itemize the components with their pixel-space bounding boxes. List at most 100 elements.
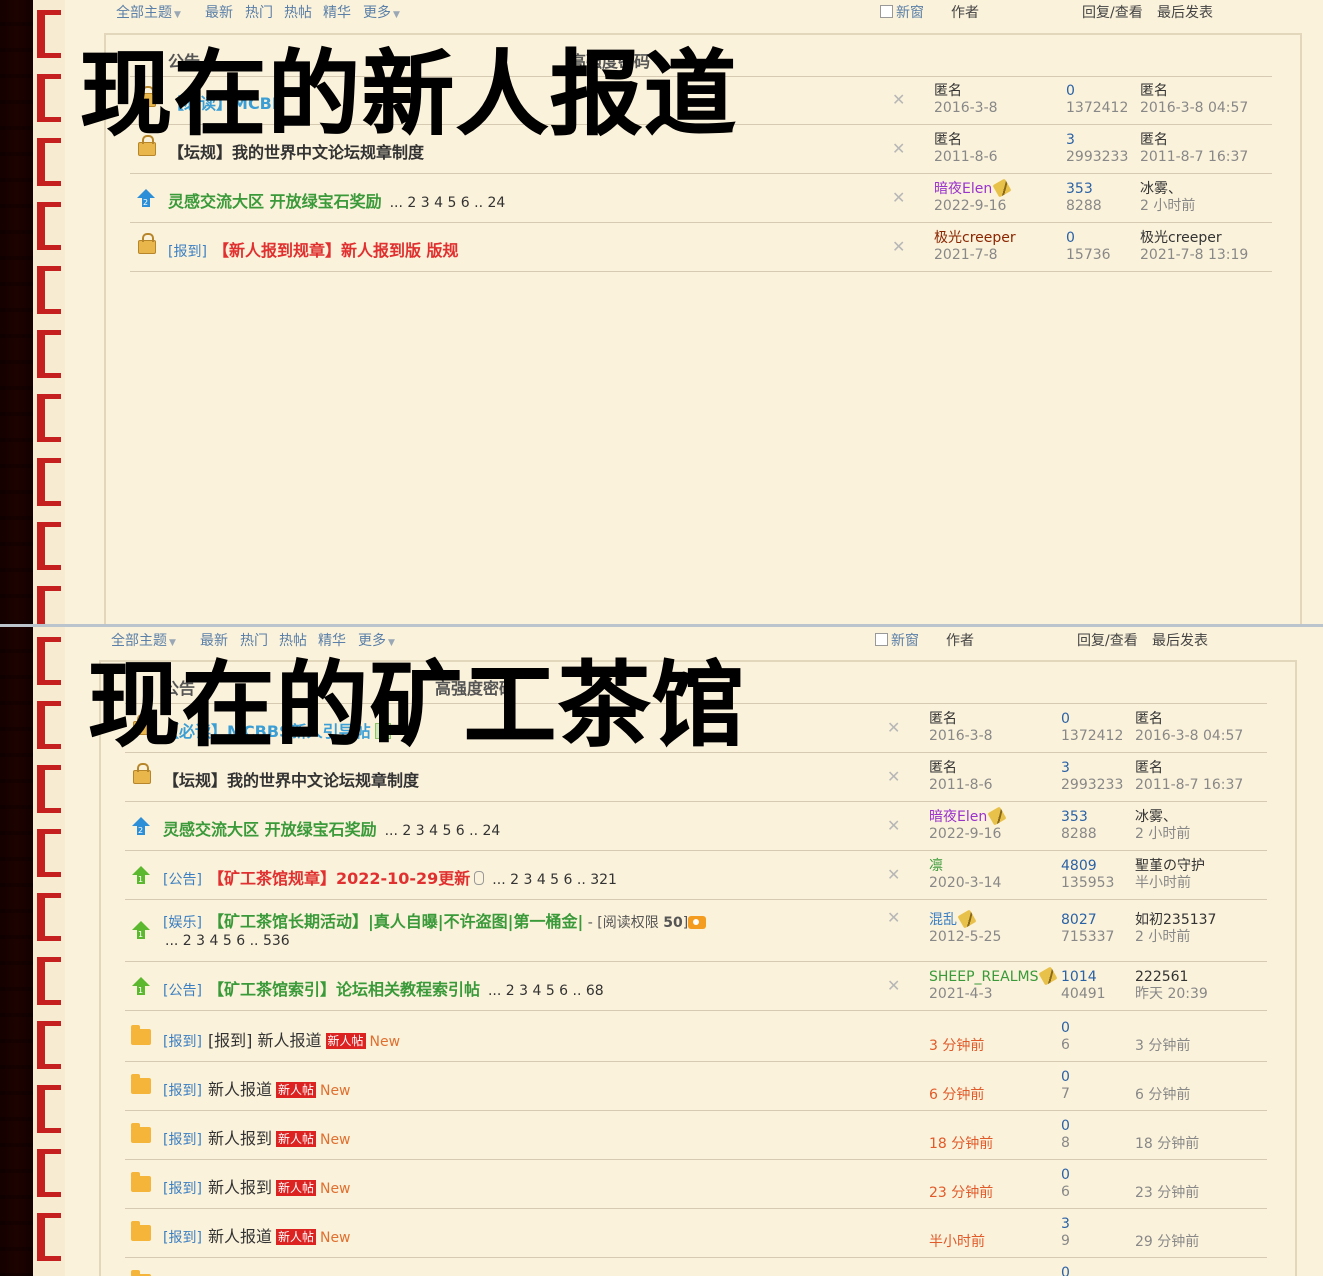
close-icon[interactable]: ✕ [887, 976, 900, 995]
reply-count: 0 [1061, 1167, 1070, 1183]
author-name[interactable]: 匿名 [934, 83, 998, 100]
close-icon[interactable]: ✕ [892, 237, 905, 256]
last-time[interactable]: 2011-8-7 16:37 [1135, 777, 1243, 794]
page-links[interactable]: ... 2 3 4 5 6 .. 321 [492, 872, 617, 888]
close-icon[interactable]: ✕ [892, 139, 905, 158]
last-user[interactable]: 222561 [1135, 969, 1208, 986]
filter-all[interactable]: 全部主题 ▼ [116, 2, 181, 22]
last-user[interactable]: 冰雾、 [1135, 809, 1190, 826]
filter-hot[interactable]: 热门 [245, 2, 273, 22]
last-time[interactable]: 昨天 20:39 [1135, 986, 1208, 1003]
thread-tag[interactable]: [报到] [163, 1230, 202, 1246]
last-user[interactable]: 如初235137 [1135, 912, 1216, 929]
page-links[interactable]: ... 2 3 4 5 6 .. 68 [488, 983, 604, 999]
thread-title[interactable]: [报到] 新人报到 新人帖 New [163, 1174, 351, 1198]
thread-row[interactable]: 1 [娱乐] 【矿工茶馆长期活动】|真人自曝|不许盗图|第一桶金| - [阅读权限… [125, 900, 1267, 962]
author-name[interactable]: 匿名 [934, 132, 998, 149]
pencil-icon [957, 909, 977, 929]
filter-latest[interactable]: 最新 [205, 2, 233, 22]
close-icon[interactable]: ✕ [887, 908, 900, 927]
thread-row[interactable]: [报到] 新人报到 新人帖 New 23 分钟前 06 23 分钟前 [125, 1160, 1267, 1209]
close-icon[interactable]: ✕ [892, 188, 905, 207]
thread-row[interactable]: 1 [公告] 【矿工茶馆规章】2022-10-29更新 ... 2 3 4 5 6 … [125, 851, 1267, 900]
filter-hotpost[interactable]: 热帖 [284, 2, 312, 22]
close-icon[interactable]: ✕ [887, 816, 900, 835]
thread-tag[interactable]: [报到] [163, 1083, 202, 1099]
thread-row[interactable]: 0 [125, 1258, 1267, 1276]
last-time[interactable]: 2011-8-7 16:37 [1140, 149, 1248, 166]
last-time[interactable]: 23 分钟前 [1135, 1185, 1199, 1202]
author-name[interactable]: 暗夜Elen [929, 809, 987, 825]
close-icon[interactable]: ✕ [887, 767, 900, 786]
thread-title[interactable]: 灵感交流大区 开放绿宝石奖励 ... 2 3 4 5 6 .. 24 [163, 816, 500, 840]
last-user[interactable]: 匿名 [1140, 83, 1248, 100]
thread-title[interactable]: [报到] 【新人报到规章】新人报到版 版规 [168, 237, 459, 261]
thread-title[interactable]: [报到] [报到] 新人报道 新人帖 New [163, 1027, 400, 1051]
last-user[interactable]: 冰雾、 [1140, 181, 1195, 198]
author-name[interactable]: SHEEP_REALMS [929, 969, 1038, 985]
thread-tag[interactable]: [报到] [168, 244, 207, 260]
thread-title[interactable]: [报到] 新人报道 新人帖 New [163, 1223, 351, 1247]
last-time[interactable]: 29 分钟前 [1135, 1234, 1199, 1251]
author-name[interactable]: 极光creeper [934, 230, 1016, 247]
page-links[interactable]: ... 2 3 4 5 6 .. 24 [385, 823, 501, 839]
thread-tag[interactable]: [报到] [163, 1181, 202, 1197]
author-name[interactable]: 混乱 [929, 912, 957, 928]
thread-tag[interactable]: [娱乐] [163, 915, 202, 931]
thread-tag[interactable]: [报到] [163, 1132, 202, 1148]
last-time[interactable]: 2021-7-8 13:19 [1140, 247, 1248, 264]
last-time[interactable]: 2 小时前 [1135, 929, 1216, 946]
thread-row[interactable]: 2 灵感交流大区 开放绿宝石奖励 ... 2 3 4 5 6 .. 24 ✕ 暗夜… [130, 174, 1272, 223]
last-user[interactable]: 匿名 [1140, 132, 1248, 149]
thread-row[interactable]: [报到] [报到] 新人报道 新人帖 New 3 分钟前 06 3 分钟前 [125, 1013, 1267, 1062]
thread-row[interactable]: 1 [公告] 【矿工茶馆索引】论坛相关教程索引帖 ... 2 3 4 5 6 .. … [125, 962, 1267, 1011]
thread-tag[interactable]: [公告] [163, 983, 202, 999]
thread-title[interactable]: 【坛规】我的世界中文论坛规章制度 [163, 767, 419, 791]
thread-tag[interactable]: [公告] [163, 872, 202, 888]
close-icon[interactable]: ✕ [892, 90, 905, 109]
last-post-cell: 6 分钟前 [1135, 1087, 1190, 1104]
page-links[interactable]: ... 2 3 4 5 6 .. 24 [390, 195, 506, 211]
thread-row[interactable]: [报到] 新人报道 新人帖 New 6 分钟前 07 6 分钟前 [125, 1062, 1267, 1111]
reply-count: 8027 [1061, 912, 1097, 928]
new-window-toggle[interactable]: 新窗 [880, 2, 924, 22]
new-window-toggle[interactable]: 新窗 [875, 630, 919, 650]
thread-row[interactable]: [报到] 新人报道 新人帖 New 半小时前 39 29 分钟前 [125, 1209, 1267, 1258]
thread-title[interactable]: [公告] 【矿工茶馆索引】论坛相关教程索引帖 ... 2 3 4 5 6 .. 68 [163, 976, 604, 1000]
page-links[interactable]: ... 2 3 4 5 6 .. 536 [165, 933, 290, 949]
thread-row[interactable]: [报到] 【新人报到规章】新人报到版 版规 ✕ 极光creeper 2021-7-8… [130, 223, 1272, 272]
author-name[interactable]: 凛 [929, 858, 1001, 875]
thread-title[interactable]: [报到] 新人报道 新人帖 New [163, 1076, 351, 1100]
last-user[interactable]: 匿名 [1135, 760, 1243, 777]
last-time[interactable]: 半小时前 [1135, 875, 1205, 892]
author-name[interactable]: 匿名 [929, 711, 993, 728]
thread-row[interactable]: 2 灵感交流大区 开放绿宝石奖励 ... 2 3 4 5 6 .. 24 ✕ 暗夜… [125, 802, 1267, 851]
reply-count: 3 [1061, 1216, 1070, 1232]
last-time[interactable]: 2016-3-8 04:57 [1140, 100, 1248, 117]
thread-title[interactable]: 灵感交流大区 开放绿宝石奖励 ... 2 3 4 5 6 .. 24 [168, 188, 505, 212]
last-time[interactable]: 6 分钟前 [1135, 1087, 1190, 1104]
last-user[interactable]: 匿名 [1135, 711, 1243, 728]
last-time[interactable]: 2016-3-8 04:57 [1135, 728, 1243, 745]
author-name[interactable]: 暗夜Elen [934, 181, 992, 197]
author-name[interactable]: 匿名 [929, 760, 993, 777]
last-time[interactable]: 18 分钟前 [1135, 1136, 1199, 1153]
thread-title[interactable]: [公告] 【矿工茶馆规章】2022-10-29更新 ... 2 3 4 5 6 ..… [163, 865, 617, 889]
bracket-decoration [37, 1213, 61, 1261]
close-icon[interactable]: ✕ [887, 718, 900, 737]
thread-title[interactable]: [娱乐] 【矿工茶馆长期活动】|真人自曝|不许盗图|第一桶金| - [阅读权限 5… [163, 908, 707, 932]
last-time[interactable]: 2 小时前 [1140, 198, 1195, 215]
last-user[interactable]: 极光creeper [1140, 230, 1248, 247]
filter-digest[interactable]: 精华 [323, 2, 351, 22]
thread-tag[interactable]: [报到] [163, 1034, 202, 1050]
thread-title[interactable]: [报到] 新人报到 新人帖 New [163, 1125, 351, 1149]
checkbox-icon[interactable] [875, 633, 888, 646]
last-time[interactable]: 2 小时前 [1135, 826, 1190, 843]
up-arrow-icon: 1 [132, 921, 150, 939]
filter-more[interactable]: 更多 ▼ [363, 2, 400, 22]
checkbox-icon[interactable] [880, 5, 893, 18]
close-icon[interactable]: ✕ [887, 865, 900, 884]
last-user[interactable]: 聖堇の守护 [1135, 858, 1205, 875]
last-time[interactable]: 3 分钟前 [1135, 1038, 1190, 1055]
thread-row[interactable]: [报到] 新人报到 新人帖 New 18 分钟前 08 18 分钟前 [125, 1111, 1267, 1160]
